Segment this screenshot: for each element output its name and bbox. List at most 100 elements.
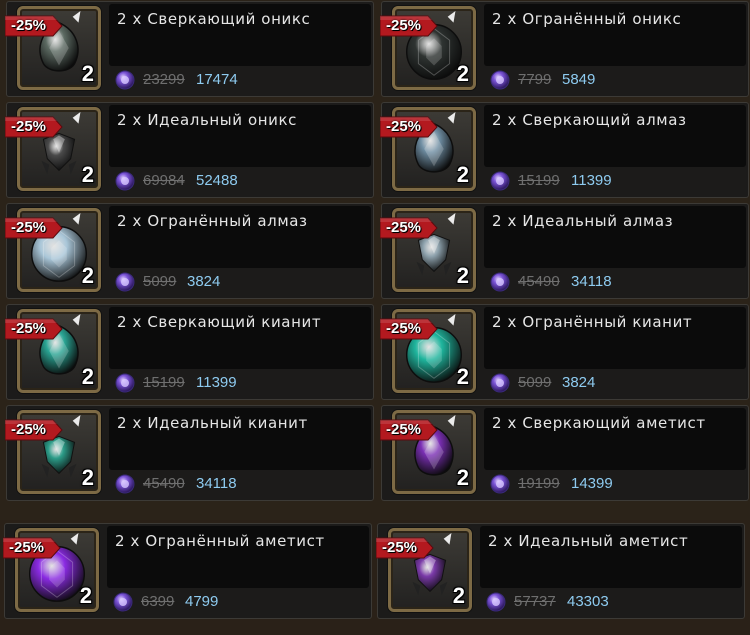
shop-item-card[interactable]: 2 -25% 2 x Идеальный алмаз 45490 34118	[380, 203, 749, 299]
discount-label: -25%	[11, 219, 47, 236]
item-title: 2 x Идеальный алмаз	[492, 212, 674, 230]
discount-badge: -25%	[5, 317, 63, 341]
discount-badge: -25%	[380, 216, 438, 240]
item-title: 2 x Сверкающий кианит	[117, 313, 322, 331]
price-row[interactable]: 45490 34118	[111, 472, 361, 496]
shop-item-card[interactable]: 2 -25% 2 x Идеальный оникс 69984 52488	[5, 102, 374, 198]
item-title-box: 2 x Огранённый аметист	[107, 526, 369, 588]
item-title: 2 x Сверкающий алмаз	[492, 111, 687, 129]
new-price: 14399	[571, 475, 613, 492]
item-quantity: 2	[81, 465, 94, 490]
item-quantity: 2	[81, 364, 94, 389]
discount-label: -25%	[386, 118, 422, 135]
item-title-box: 2 x Идеальный алмаз	[484, 206, 746, 268]
shop-item-card[interactable]: 2 -25% 2 x Огранённый оникс 7799 5849	[380, 1, 749, 97]
item-title-box: 2 x Идеальный аметист	[480, 526, 742, 588]
currency-coin-icon	[115, 272, 135, 292]
discount-label: -25%	[9, 539, 45, 556]
item-title-box: 2 x Огранённый кианит	[484, 307, 746, 369]
item-title: 2 x Сверкающий аметист	[492, 414, 706, 432]
currency-coin-icon	[490, 474, 510, 494]
discount-badge: -25%	[5, 14, 63, 38]
old-price: 69984	[143, 172, 185, 189]
shop-item-card[interactable]: 2 -25% 2 x Огранённый кианит 5099 3824	[380, 304, 749, 400]
item-quantity: 2	[81, 162, 94, 187]
price-row[interactable]: 15199 11399	[486, 169, 736, 193]
item-title-box: 2 x Сверкающий оникс	[109, 4, 371, 66]
discount-label: -25%	[11, 17, 47, 34]
discount-badge: -25%	[5, 216, 63, 240]
new-price: 3824	[187, 273, 221, 290]
discount-label: -25%	[382, 539, 418, 556]
price-row[interactable]: 7799 5849	[486, 68, 736, 92]
item-title: 2 x Огранённый кианит	[492, 313, 693, 331]
discount-badge: -25%	[5, 418, 63, 442]
discount-label: -25%	[11, 421, 47, 438]
new-price: 52488	[196, 172, 238, 189]
item-quantity: 2	[456, 263, 469, 288]
old-price: 45490	[518, 273, 560, 290]
item-quantity: 2	[81, 61, 94, 86]
old-price: 5099	[143, 273, 177, 290]
discount-label: -25%	[386, 320, 422, 337]
item-title: 2 x Сверкающий оникс	[117, 10, 311, 28]
currency-coin-icon	[490, 272, 510, 292]
item-quantity: 2	[81, 263, 94, 288]
discount-label: -25%	[11, 320, 47, 337]
price-row[interactable]: 57737 43303	[482, 590, 732, 614]
new-price: 34118	[571, 273, 612, 290]
shop-item-card[interactable]: 2 -25% 2 x Сверкающий оникс 23299 17474	[5, 1, 374, 97]
new-price: 5849	[562, 71, 596, 88]
price-row[interactable]: 23299 17474	[111, 68, 361, 92]
shop-item-card[interactable]: 2 -25% 2 x Огранённый алмаз 5099 3824	[5, 203, 374, 299]
item-quantity: 2	[456, 162, 469, 187]
shop-item-card[interactable]: 2 -25% 2 x Идеальный аметист 57737 43303	[376, 523, 745, 619]
old-price: 6399	[141, 593, 175, 610]
discount-label: -25%	[11, 118, 47, 135]
item-title-box: 2 x Сверкающий кианит	[109, 307, 371, 369]
item-title: 2 x Огранённый оникс	[492, 10, 682, 28]
old-price: 5099	[518, 374, 552, 391]
currency-coin-icon	[113, 592, 133, 612]
shop-item-card[interactable]: 2 -25% 2 x Сверкающий алмаз 15199 11399	[380, 102, 749, 198]
currency-coin-icon	[115, 474, 135, 494]
item-title-box: 2 x Идеальный кианит	[109, 408, 371, 470]
currency-coin-icon	[490, 70, 510, 90]
item-title-box: 2 x Сверкающий аметист	[484, 408, 746, 470]
item-title: 2 x Огранённый аметист	[115, 532, 325, 550]
currency-coin-icon	[490, 373, 510, 393]
old-price: 15199	[518, 172, 560, 189]
price-row[interactable]: 6399 4799	[109, 590, 359, 614]
item-title-box: 2 x Сверкающий алмаз	[484, 105, 746, 167]
price-row[interactable]: 15199 11399	[111, 371, 361, 395]
item-quantity: 2	[456, 465, 469, 490]
currency-coin-icon	[486, 592, 506, 612]
shop-item-card[interactable]: 2 -25% 2 x Сверкающий аметист 19199 1439…	[380, 405, 749, 501]
discount-badge: -25%	[376, 536, 434, 560]
new-price: 4799	[185, 593, 219, 610]
old-price: 45490	[143, 475, 185, 492]
discount-badge: -25%	[380, 115, 438, 139]
price-row[interactable]: 5099 3824	[111, 270, 361, 294]
item-quantity: 2	[452, 583, 465, 608]
price-row[interactable]: 5099 3824	[486, 371, 736, 395]
discount-badge: -25%	[380, 317, 438, 341]
item-quantity: 2	[456, 61, 469, 86]
shop-item-card[interactable]: 2 -25% 2 x Сверкающий кианит 15199 11399	[5, 304, 374, 400]
shop-item-card[interactable]: 2 -25% 2 x Идеальный кианит 45490 34118	[5, 405, 374, 501]
old-price: 7799	[518, 71, 552, 88]
currency-coin-icon	[115, 70, 135, 90]
price-row[interactable]: 19199 14399	[486, 472, 736, 496]
item-title: 2 x Огранённый алмаз	[117, 212, 308, 230]
currency-coin-icon	[490, 171, 510, 191]
item-title-box: 2 x Огранённый оникс	[484, 4, 746, 66]
old-price: 19199	[518, 475, 560, 492]
price-row[interactable]: 45490 34118	[486, 270, 736, 294]
currency-coin-icon	[115, 373, 135, 393]
price-row[interactable]: 69984 52488	[111, 169, 361, 193]
item-title-box: 2 x Идеальный оникс	[109, 105, 371, 167]
item-quantity: 2	[456, 364, 469, 389]
old-price: 15199	[143, 374, 185, 391]
old-price: 57737	[514, 593, 556, 610]
shop-item-card[interactable]: 2 -25% 2 x Огранённый аметист 6399 4799	[3, 523, 372, 619]
